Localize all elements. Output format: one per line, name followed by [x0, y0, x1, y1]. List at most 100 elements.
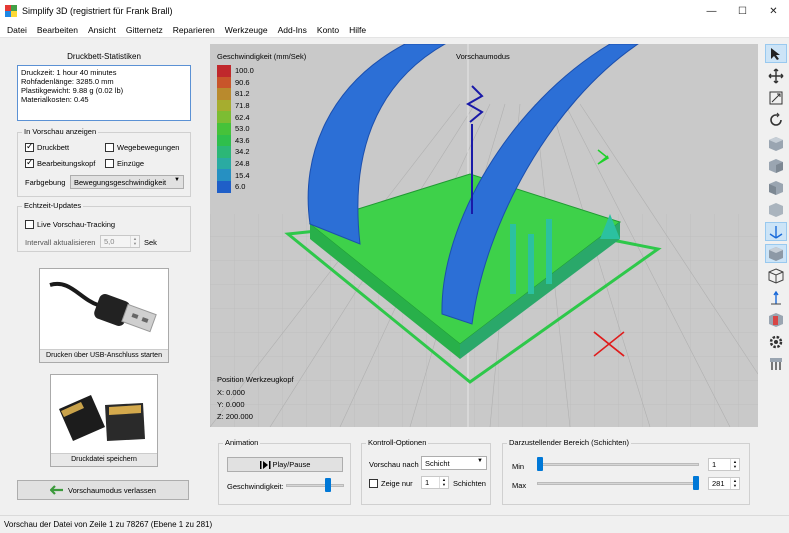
viewport-canvas[interactable]: [210, 44, 758, 427]
wireframe-cube-icon: [768, 267, 784, 284]
model-pillar: [528, 234, 534, 294]
print-bed-checkbox[interactable]: Druckbett: [25, 141, 70, 152]
legend-value: 81.2: [235, 89, 250, 99]
wireframe-button[interactable]: [765, 266, 787, 285]
chevron-down-icon: ▼: [477, 458, 483, 464]
save-file-card[interactable]: Druckdatei speichern: [50, 374, 158, 467]
range-max-thumb[interactable]: [693, 476, 699, 490]
view-left-button[interactable]: [765, 178, 787, 197]
scale-tool-button[interactable]: [765, 88, 787, 107]
cursor-icon: [771, 47, 780, 60]
stats-filament-length: Rohfadenlänge: 3285.0 mm: [21, 77, 114, 86]
settings-button[interactable]: [765, 332, 787, 351]
spin-arrows-icon[interactable]: ▲ ▼: [730, 478, 739, 489]
normals-button[interactable]: [765, 288, 787, 307]
view-back-button[interactable]: [765, 156, 787, 175]
usb-print-card[interactable]: Drucken über USB-Anschluss starten: [39, 268, 169, 363]
stats-material-cost: Materialkosten: 0.45: [21, 95, 89, 104]
exit-preview-button[interactable]: Vorschaumodus verlassen: [17, 480, 189, 500]
travel-moves-check[interactable]: [105, 143, 114, 152]
view-front-button[interactable]: [765, 134, 787, 153]
legend-swatch: [217, 169, 231, 181]
left-panel: Druckbett-Statistiken Druckzeit: 1 hour …: [0, 39, 208, 515]
menu-add-ins[interactable]: Add-Ins: [273, 25, 312, 35]
legend-swatch: [217, 76, 231, 89]
back-arrow-icon: [50, 485, 64, 495]
range-min-thumb[interactable]: [537, 457, 543, 471]
tool-position-x: X: 0.000: [217, 388, 245, 397]
minimize-button[interactable]: —: [696, 0, 727, 22]
speed-slider-track[interactable]: [286, 484, 344, 487]
legend-entry: 34.2: [217, 146, 254, 158]
retractions-checkbox[interactable]: Einzüge: [105, 159, 144, 168]
menu-gitternetz[interactable]: Gitternetz: [121, 25, 168, 35]
cross-section-icon: [769, 312, 783, 327]
coloring-label: Farbgebung: [25, 178, 66, 187]
interval-input[interactable]: 5,0 ▲ ▼: [100, 235, 140, 248]
travel-moves-checkbox[interactable]: Wegebewegungen: [105, 143, 179, 152]
axes-toggle-button[interactable]: [765, 222, 787, 241]
menu-bar: Datei Bearbeiten Ansicht Gitternetz Repa…: [0, 22, 789, 38]
play-pause-label: Play/Pause: [272, 460, 311, 469]
legend-swatch: [217, 134, 231, 147]
range-min-input[interactable]: 1 ▲ ▼: [708, 458, 740, 471]
only-show-check[interactable]: [369, 479, 378, 488]
play-pause-icon: [259, 460, 271, 469]
preview-viewport[interactable]: Geschwindigkeit (mm/Sek) 100.0 90.6 81.2 71…: [210, 44, 758, 427]
model-pillar: [510, 224, 516, 294]
menu-bearbeiten[interactable]: Bearbeiten: [32, 25, 83, 35]
stats-box[interactable]: Druckzeit: 1 hour 40 minutes Rohfadenlän…: [17, 65, 191, 121]
menu-reparieren[interactable]: Reparieren: [168, 25, 220, 35]
range-max-input[interactable]: 281 ▲ ▼: [708, 477, 740, 490]
speed-label: Geschwindigkeit:: [227, 482, 284, 491]
tool-head-check[interactable]: [25, 157, 34, 168]
view-right-button[interactable]: [765, 200, 787, 219]
rotate-tool-button[interactable]: [765, 110, 787, 129]
range-max-track[interactable]: [537, 482, 699, 485]
close-button[interactable]: ✕: [758, 0, 789, 22]
menu-ansicht[interactable]: Ansicht: [83, 25, 121, 35]
speed-slider-thumb[interactable]: [325, 478, 331, 492]
live-tracking-checkbox[interactable]: Live Vorschau-Tracking: [25, 220, 115, 229]
menu-werkzeuge[interactable]: Werkzeuge: [220, 25, 273, 35]
only-show-checkbox[interactable]: Zeige nur: [369, 479, 413, 488]
play-pause-button[interactable]: Play/Pause: [227, 457, 343, 472]
coloring-dropdown[interactable]: Bewegungsgeschwindigkeit ▼: [70, 175, 184, 189]
legend-value: 34.2: [235, 147, 250, 157]
legend-value: 24.8: [235, 159, 250, 169]
spin-arrows-icon[interactable]: ▲ ▼: [130, 236, 139, 247]
supports-button[interactable]: [765, 354, 787, 373]
print-bed-check[interactable]: [25, 141, 34, 152]
legend-entry: 62.4: [217, 111, 254, 123]
menu-hilfe[interactable]: Hilfe: [344, 25, 371, 35]
spin-arrows-icon[interactable]: ▲ ▼: [730, 459, 739, 470]
menu-konto[interactable]: Konto: [312, 25, 344, 35]
spin-arrows-icon[interactable]: ▲ ▼: [439, 477, 448, 488]
only-show-input[interactable]: 1 ▲ ▼: [421, 476, 449, 489]
tool-head-checkbox[interactable]: Bearbeitungskopf: [25, 157, 95, 168]
range-min-value: 1: [712, 460, 717, 469]
legend-swatch: [217, 180, 231, 193]
menu-datei[interactable]: Datei: [2, 25, 32, 35]
cross-section-button[interactable]: [765, 310, 787, 329]
cube-icon: [769, 202, 783, 217]
print-bed-label: Druckbett: [37, 143, 70, 152]
live-tracking-label: Live Vorschau-Tracking: [37, 220, 116, 229]
layer-range-title: Darzustellender Bereich (Schichten): [507, 438, 632, 447]
travel-moves-label: Wegebewegungen: [117, 143, 180, 152]
retractions-check[interactable]: [105, 159, 114, 168]
exit-preview-label: Vorschaumodus verlassen: [68, 485, 156, 495]
maximize-button[interactable]: ☐: [727, 0, 758, 22]
range-max-value: 281: [712, 479, 725, 488]
tool-position-y: Y: 0.000: [217, 400, 245, 409]
interval-value: 5,0: [104, 237, 115, 246]
live-tracking-check[interactable]: [25, 220, 34, 229]
preview-by-dropdown[interactable]: Schicht ▼: [421, 456, 487, 470]
range-min-track[interactable]: [537, 463, 699, 466]
select-tool-button[interactable]: [765, 44, 787, 63]
stats-plastic-weight: Plastikgewicht: 9.88 g (0.02 lb): [21, 86, 124, 95]
move-tool-button[interactable]: [765, 66, 787, 85]
iso-view-button[interactable]: [765, 244, 787, 263]
title-bar: Simplify 3D (registriert für Frank Brall…: [0, 0, 789, 22]
legend-value: 71.8: [235, 101, 250, 111]
